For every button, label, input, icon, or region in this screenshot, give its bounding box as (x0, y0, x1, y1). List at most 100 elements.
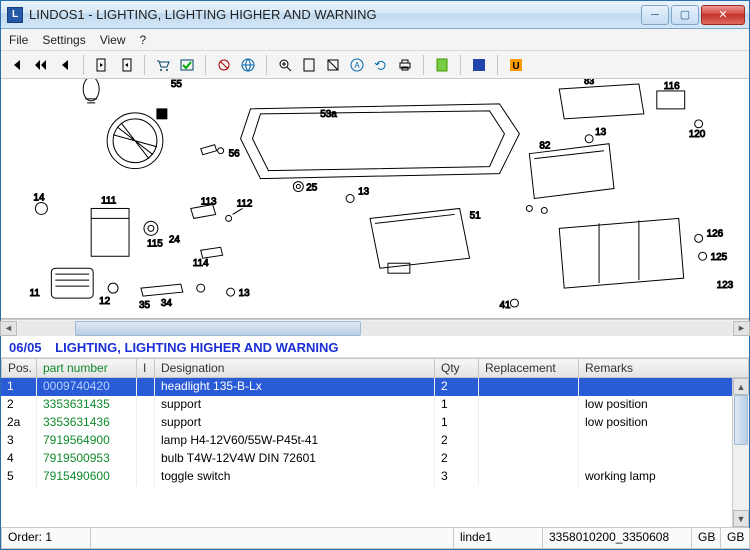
menubar: File Settings View ? (1, 29, 749, 51)
no-target-button[interactable] (214, 55, 234, 75)
refresh-button[interactable] (371, 55, 391, 75)
scroll-down-button[interactable]: ▼ (733, 510, 749, 527)
section-title: LIGHTING, LIGHTING HIGHER AND WARNING (55, 340, 338, 355)
svg-text:116: 116 (664, 81, 680, 92)
flag-button[interactable] (469, 55, 489, 75)
menu-view[interactable]: View (100, 33, 126, 47)
col-remarks[interactable]: Remarks (579, 358, 749, 378)
cell-des: headlight 135-B-Lx (155, 378, 435, 396)
window-title: LINDOS1 - LIGHTING, LIGHTING HIGHER AND … (29, 7, 641, 22)
svg-text:41: 41 (499, 300, 511, 311)
grid-header: Pos. part number I Designation Qty Repla… (1, 358, 749, 378)
svg-text:U: U (512, 61, 519, 72)
cell-qty: 3 (435, 468, 479, 486)
grid-body[interactable]: 10009740420headlight 135-B-Lx22335363143… (1, 378, 749, 527)
cell-rep (479, 432, 579, 450)
highlight-button[interactable]: U (506, 55, 526, 75)
grid-v-scrollbar[interactable]: ▲ ▼ (732, 378, 749, 527)
doc-left-button[interactable] (92, 55, 112, 75)
table-row[interactable]: 37919564900lamp H4-12V60/55W-P45t-412 (1, 432, 749, 450)
minimize-button[interactable]: ─ (641, 5, 669, 25)
rotate-button[interactable] (323, 55, 343, 75)
svg-text:51: 51 (470, 210, 482, 221)
svg-text:123: 123 (717, 280, 734, 291)
status-model: linde1 (453, 528, 543, 549)
check-button[interactable] (177, 55, 197, 75)
fit-page-button[interactable] (299, 55, 319, 75)
zoom-in-button[interactable] (275, 55, 295, 75)
cell-pn: 7919564900 (37, 432, 137, 450)
col-partnumber[interactable]: part number (37, 358, 137, 378)
cell-rep (479, 414, 579, 432)
status-code: 3358010200_3350608 (542, 528, 692, 549)
menu-help[interactable]: ? (140, 33, 147, 47)
svg-text:55: 55 (171, 79, 183, 90)
cell-i (137, 378, 155, 396)
cell-pn: 3353631436 (37, 414, 137, 432)
table-row[interactable]: 23353631435support1low position (1, 396, 749, 414)
scroll-left-button[interactable]: ◄ (0, 321, 17, 336)
diagram-h-scrollbar[interactable]: ◄ ► (1, 319, 749, 336)
col-qty[interactable]: Qty (435, 358, 479, 378)
cell-pn: 3353631435 (37, 396, 137, 414)
cell-rem (579, 450, 749, 468)
scroll-vthumb[interactable] (734, 395, 748, 445)
svg-text:24: 24 (169, 234, 181, 245)
svg-text:12: 12 (99, 296, 111, 307)
note-button[interactable] (432, 55, 452, 75)
close-button[interactable]: ✕ (701, 5, 745, 25)
cell-pos: 2 (1, 396, 37, 414)
annotate-button[interactable]: A (347, 55, 367, 75)
svg-text:113: 113 (201, 196, 217, 207)
table-row[interactable]: 10009740420headlight 135-B-Lx2 (1, 378, 749, 396)
print-button[interactable] (395, 55, 415, 75)
app-icon: L (7, 7, 23, 23)
svg-text:25: 25 (306, 183, 318, 194)
cell-des: support (155, 414, 435, 432)
first-button[interactable] (7, 55, 27, 75)
svg-text:35: 35 (139, 300, 151, 311)
status-g1: GB (691, 528, 721, 549)
cell-pos: 5 (1, 468, 37, 486)
cell-pos: 2a (1, 414, 37, 432)
cart-button[interactable] (153, 55, 173, 75)
svg-text:82: 82 (539, 141, 551, 152)
svg-text:11: 11 (29, 288, 40, 299)
col-replacement[interactable]: Replacement (479, 358, 579, 378)
prev-button[interactable] (55, 55, 75, 75)
svg-text:126: 126 (707, 228, 724, 239)
col-designation[interactable]: Designation (155, 358, 435, 378)
cell-rem: low position (579, 396, 749, 414)
cell-i (137, 414, 155, 432)
svg-text:120: 120 (689, 129, 706, 140)
section-header: 06/05 LIGHTING, LIGHTING HIGHER AND WARN… (1, 336, 749, 357)
scroll-thumb[interactable] (75, 321, 361, 336)
globe-button[interactable] (238, 55, 258, 75)
toolbar: A U (1, 51, 749, 79)
doc-right-button[interactable] (116, 55, 136, 75)
menu-file[interactable]: File (9, 33, 28, 47)
scroll-up-button[interactable]: ▲ (733, 378, 749, 395)
col-i[interactable]: I (137, 358, 155, 378)
rewind-button[interactable] (31, 55, 51, 75)
svg-text:1: 1 (160, 109, 166, 120)
svg-text:13: 13 (358, 187, 370, 198)
cell-rem: low position (579, 414, 749, 432)
diagram-view[interactable]: 1 53a 55 56 25 13 51 82 13 (1, 79, 749, 319)
cell-pn: 7915490600 (37, 468, 137, 486)
menu-settings[interactable]: Settings (42, 33, 85, 47)
cell-i (137, 432, 155, 450)
svg-text:111: 111 (101, 195, 117, 206)
col-pos[interactable]: Pos. (1, 358, 37, 378)
table-row[interactable]: 47919500953bulb T4W-12V4W DIN 726012 (1, 450, 749, 468)
cell-qty: 2 (435, 432, 479, 450)
cell-i (137, 468, 155, 486)
cell-des: bulb T4W-12V4W DIN 72601 (155, 450, 435, 468)
table-row[interactable]: 57915490600toggle switch3working lamp (1, 468, 749, 486)
maximize-button[interactable]: ▢ (671, 5, 699, 25)
cell-rep (479, 468, 579, 486)
scroll-right-button[interactable]: ► (733, 321, 750, 336)
cell-pos: 4 (1, 450, 37, 468)
table-row[interactable]: 2a3353631436support1low position (1, 414, 749, 432)
cell-des: toggle switch (155, 468, 435, 486)
